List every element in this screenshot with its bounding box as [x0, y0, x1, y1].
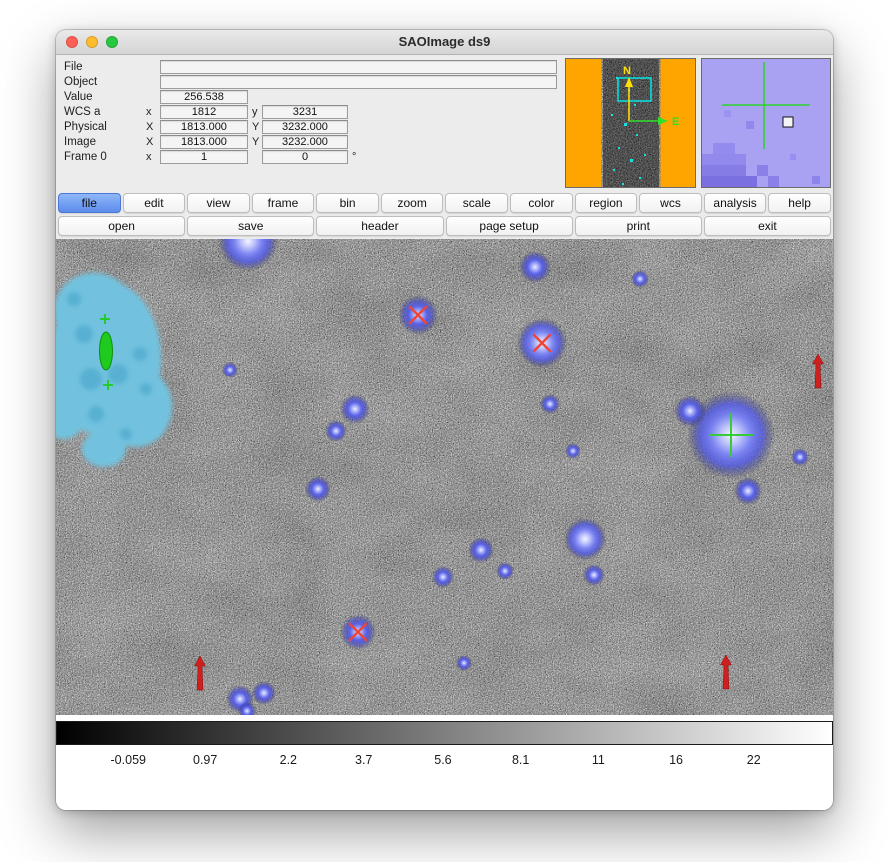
- menu-view[interactable]: view: [187, 193, 250, 213]
- object-field: [160, 75, 557, 89]
- info-panel: File Object Value 256.538 WCS a x 1812 y…: [56, 55, 833, 191]
- menu-help[interactable]: help: [768, 193, 831, 213]
- zoom-button[interactable]: [106, 36, 118, 48]
- colorbar-tick: 22: [747, 753, 761, 767]
- wcs-y-field: 3231: [262, 105, 348, 119]
- ds9-window: SAOImage ds9 File Object Value 256.538 W…: [56, 30, 833, 810]
- desktop: { "titlebar": { "title": "SAOImage ds9" …: [0, 0, 889, 862]
- colorbar-tick: 11: [592, 753, 605, 767]
- menu-region[interactable]: region: [575, 193, 638, 213]
- menu-frame[interactable]: frame: [252, 193, 315, 213]
- minimize-button[interactable]: [86, 36, 98, 48]
- wcs-x-field: 1812: [160, 105, 248, 119]
- value-field: 256.538: [160, 90, 248, 104]
- file-field: [160, 60, 557, 74]
- colorbar-tick: 3.7: [355, 753, 372, 767]
- frame-x-label: x: [146, 150, 152, 164]
- close-button[interactable]: [66, 36, 78, 48]
- panner[interactable]: N E: [565, 58, 696, 188]
- image-y-label: Y: [252, 135, 259, 149]
- compass-north-label: N: [623, 65, 631, 77]
- menu-wcs[interactable]: wcs: [639, 193, 702, 213]
- frame-zoom-field: 1: [160, 150, 248, 164]
- colorbar-tick: -0.059: [111, 753, 146, 767]
- menu-analysis[interactable]: analysis: [704, 193, 767, 213]
- menu-zoom[interactable]: zoom: [381, 193, 444, 213]
- sky-mottling: [56, 239, 833, 715]
- wcs-x-label: x: [146, 105, 152, 119]
- titlebar[interactable]: SAOImage ds9: [56, 30, 833, 55]
- object-label: Object: [64, 75, 97, 89]
- frame-label: Frame 0: [64, 150, 107, 164]
- menu-file[interactable]: file: [58, 193, 121, 213]
- menu-edit[interactable]: edit: [123, 193, 186, 213]
- button-page-setup[interactable]: page setup: [446, 216, 573, 236]
- menu-scale[interactable]: scale: [445, 193, 508, 213]
- colorbar-tick: 5.6: [434, 753, 451, 767]
- colorbar-ticks: -0.059 0.97 2.2 3.7 5.6 8.1 11 16 22: [56, 753, 833, 771]
- frame-rotation-field: 0: [262, 150, 348, 164]
- file-label: File: [64, 60, 83, 74]
- button-print[interactable]: print: [575, 216, 702, 236]
- button-exit[interactable]: exit: [704, 216, 831, 236]
- image-canvas[interactable]: [56, 239, 833, 715]
- menu-bin[interactable]: bin: [316, 193, 379, 213]
- colorbar-tick: 2.2: [280, 753, 297, 767]
- magnifier-pixel-reticle: [783, 117, 793, 127]
- image-x-label: X: [146, 135, 153, 149]
- magnifier: [701, 58, 831, 188]
- button-header[interactable]: header: [316, 216, 443, 236]
- image-x-field: 1813.000: [160, 135, 248, 149]
- wcs-y-label: y: [252, 105, 258, 119]
- colorbar-section: -0.059 0.97 2.2 3.7 5.6 8.1 11 16 22: [56, 715, 833, 810]
- physical-y-label: Y: [252, 120, 259, 134]
- physical-x-field: 1813.000: [160, 120, 248, 134]
- physical-label: Physical: [64, 120, 107, 134]
- menu-bar: file edit view frame bin zoom scale colo…: [56, 191, 833, 239]
- colorbar-tick: 0.97: [193, 753, 217, 767]
- physical-x-label: X: [146, 120, 153, 134]
- value-label: Value: [64, 90, 93, 104]
- compass-east-label: E: [672, 116, 679, 128]
- degree-symbol: °: [352, 150, 356, 164]
- physical-y-field: 3232.000: [262, 120, 348, 134]
- wcs-label: WCS a: [64, 105, 100, 119]
- menu-row-2: open save header page setup print exit: [58, 216, 831, 236]
- image-y-field: 3232.000: [262, 135, 348, 149]
- menu-row-1: file edit view frame bin zoom scale colo…: [58, 193, 831, 213]
- colorbar[interactable]: [56, 721, 833, 745]
- button-save[interactable]: save: [187, 216, 314, 236]
- image-label: Image: [64, 135, 96, 149]
- colorbar-tick: 8.1: [512, 753, 529, 767]
- menu-color[interactable]: color: [510, 193, 573, 213]
- window-title: SAOImage ds9: [56, 30, 833, 54]
- colorbar-tick: 16: [669, 753, 683, 767]
- green-core-marker: [100, 332, 113, 370]
- button-open[interactable]: open: [58, 216, 185, 236]
